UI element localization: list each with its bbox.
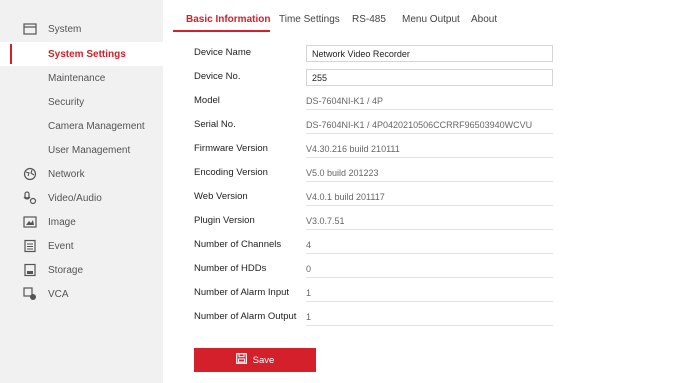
sidebar-item-system[interactable]: System — [0, 17, 163, 41]
form-row-model: Model DS-7604NI-K1 / 4P — [194, 93, 554, 110]
web-version-value: V4.0.1 build 201117 — [306, 189, 553, 206]
field-label: Plugin Version — [194, 215, 255, 226]
sidebar-item-camera-management[interactable]: Camera Management — [0, 114, 163, 138]
sidebar-item-user-management[interactable]: User Management — [0, 138, 163, 162]
sidebar-item-label: Event — [48, 240, 74, 252]
save-button[interactable]: Save — [194, 348, 316, 372]
sidebar-item-label: Image — [48, 216, 76, 228]
number-of-alarm-output-value: 1 — [306, 309, 553, 326]
field-label: Firmware Version — [194, 143, 268, 154]
form-row-firmware-version: Firmware Version V4.30.216 build 210111 — [194, 141, 554, 158]
tab-about[interactable]: About — [471, 14, 497, 25]
form-row-device-no: Device No. 255 — [194, 69, 554, 86]
network-icon — [23, 167, 37, 181]
form-row-web-version: Web Version V4.0.1 build 201117 — [194, 189, 554, 206]
field-label: Device Name — [194, 47, 252, 58]
sidebar-item-label: Camera Management — [48, 120, 145, 132]
field-label: Model — [194, 95, 220, 106]
serial-no-value: DS-7604NI-K1 / 4P0420210506CCRRF96503940… — [306, 117, 553, 134]
form-row-number-of-channels: Number of Channels 4 — [194, 237, 554, 254]
video-audio-icon — [23, 191, 37, 205]
tab-rs-485[interactable]: RS-485 — [352, 14, 386, 25]
sidebar-item-label: Security — [48, 96, 85, 108]
sidebar-item-storage[interactable]: Storage — [0, 258, 163, 282]
save-button-label: Save — [252, 354, 275, 366]
form-row-number-of-hdds: Number of HDDs 0 — [194, 261, 554, 278]
form-row-number-of-alarm-output: Number of Alarm Output 1 — [194, 309, 554, 326]
field-label: Web Version — [194, 191, 248, 202]
active-tab-indicator — [173, 30, 270, 32]
sidebar-item-system-settings[interactable]: System Settings — [0, 42, 163, 66]
sidebar-item-label: System Settings — [48, 48, 126, 60]
sidebar-item-image[interactable]: Image — [0, 210, 163, 234]
device-name-input[interactable]: Network Video Recorder — [306, 45, 553, 62]
firmware-version-value: V4.30.216 build 210111 — [306, 141, 553, 158]
sidebar-item-maintenance[interactable]: Maintenance — [0, 66, 163, 90]
sidebar-item-label: User Management — [48, 144, 131, 156]
sidebar-item-label: Storage — [48, 264, 84, 276]
vca-icon — [23, 287, 37, 301]
device-no-input[interactable]: 255 — [306, 69, 553, 86]
sidebar-item-label: Maintenance — [48, 72, 106, 84]
system-icon — [23, 22, 37, 36]
form-row-encoding-version: Encoding Version V5.0 build 201223 — [194, 165, 554, 182]
field-label: Serial No. — [194, 119, 236, 130]
tab-bar: Basic Information Time Settings RS-485 M… — [173, 0, 694, 32]
sidebar-item-event[interactable]: Event — [0, 234, 163, 258]
field-label: Number of HDDs — [194, 263, 267, 274]
encoding-version-value: V5.0 build 201223 — [306, 165, 553, 182]
form-row-plugin-version: Plugin Version V3.0.7.51 — [194, 213, 554, 230]
number-of-channels-value: 4 — [306, 237, 553, 254]
form-row-number-of-alarm-input: Number of Alarm Input 1 — [194, 285, 554, 302]
field-label: Encoding Version — [194, 167, 268, 178]
form-row-serial-no: Serial No. DS-7604NI-K1 / 4P0420210506CC… — [194, 117, 554, 134]
sidebar-item-label: Network — [48, 168, 85, 180]
sidebar-item-network[interactable]: Network — [0, 162, 163, 186]
tab-menu-output[interactable]: Menu Output — [402, 14, 460, 25]
sidebar-item-security[interactable]: Security — [0, 90, 163, 114]
sidebar-item-vca[interactable]: VCA — [0, 282, 163, 306]
sidebar-item-label: System — [48, 23, 82, 35]
model-value: DS-7604NI-K1 / 4P — [306, 93, 553, 110]
tab-time-settings[interactable]: Time Settings — [279, 14, 340, 25]
plugin-version-value: V3.0.7.51 — [306, 213, 553, 230]
sidebar-item-label: VCA — [48, 288, 69, 300]
image-icon — [23, 215, 37, 229]
field-label: Device No. — [194, 71, 241, 82]
sidebar-item-label: Video/Audio — [48, 192, 102, 204]
save-icon — [235, 353, 247, 367]
storage-icon — [23, 263, 37, 277]
field-label: Number of Alarm Output — [194, 311, 297, 322]
number-of-alarm-input-value: 1 — [306, 285, 553, 302]
event-icon — [23, 239, 37, 253]
number-of-hdds-value: 0 — [306, 261, 553, 278]
sidebar: System System Settings Maintenance Secur… — [0, 0, 163, 383]
field-label: Number of Channels — [194, 239, 282, 250]
sidebar-item-video-audio[interactable]: Video/Audio — [0, 186, 163, 210]
field-label: Number of Alarm Input — [194, 287, 290, 298]
form-row-device-name: Device Name Network Video Recorder — [194, 45, 554, 62]
tab-basic-information[interactable]: Basic Information — [186, 14, 270, 25]
